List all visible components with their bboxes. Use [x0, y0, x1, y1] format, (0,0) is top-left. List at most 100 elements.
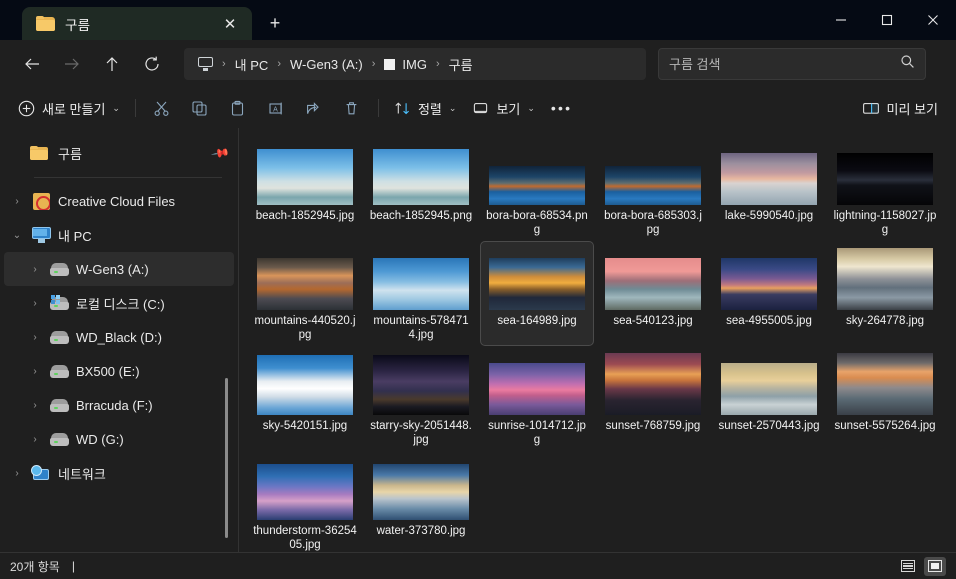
new-tab-button[interactable]: +	[258, 7, 292, 39]
file-list-pane[interactable]: beach-1852945.jpg beach-1852945.png bora-b…	[239, 128, 956, 552]
view-button-label: 보기	[496, 101, 521, 117]
drive-icon	[48, 364, 70, 378]
preview-pane-label: 미리 보기	[886, 101, 938, 117]
scissors-icon	[155, 101, 169, 116]
file-item[interactable]: water-373780.jpg	[364, 451, 478, 552]
file-item[interactable]: beach-1852945.png	[364, 136, 478, 241]
tab-cloud[interactable]: 구름 ✕	[22, 7, 252, 40]
file-item[interactable]: sea-164989.jpg	[480, 241, 594, 346]
chevron-right-icon[interactable]: ›	[22, 400, 48, 411]
file-item[interactable]: sky-264778.jpg	[828, 241, 942, 346]
chevron-right-icon[interactable]: ›	[4, 196, 30, 207]
breadcrumb-item-cloud[interactable]: 구름	[443, 52, 479, 76]
cut-button[interactable]	[143, 93, 181, 123]
breadcrumb-separator: ›	[222, 58, 226, 70]
file-name: sea-540123.jpg	[613, 315, 693, 327]
window-controls	[818, 0, 956, 40]
chevron-right-icon[interactable]: ›	[22, 366, 48, 377]
file-item[interactable]: thunderstorm-3625405.jpg	[248, 451, 362, 552]
file-item[interactable]: mountains-440520.jpg	[248, 241, 362, 346]
rename-button[interactable]: A	[257, 93, 295, 123]
file-item[interactable]: bora-bora-68534.png	[480, 136, 594, 241]
file-item[interactable]: mountains-5784714.jpg	[364, 241, 478, 346]
white-square-icon	[384, 58, 396, 70]
file-item[interactable]: sky-5420151.jpg	[248, 346, 362, 451]
thumbnail-wrap	[365, 246, 477, 310]
plus-circle-icon	[18, 100, 35, 116]
thumbnail-wrap	[481, 351, 593, 415]
sidebar-item-2[interactable]: › W-Gen3 (A:)	[4, 252, 234, 286]
file-item[interactable]: starry-sky-2051448.jpg	[364, 346, 478, 451]
file-item[interactable]: beach-1852945.jpg	[248, 136, 362, 241]
new-button[interactable]: 새로 만들기 ⌄	[10, 93, 128, 123]
file-item[interactable]: sunrise-1014712.jpg	[480, 346, 594, 451]
breadcrumb-item-drive[interactable]: W-Gen3 (A:)	[284, 52, 369, 76]
sidebar-item-4[interactable]: › WD_Black (D:)	[4, 320, 234, 354]
close-icon[interactable]	[910, 0, 956, 40]
back-icon[interactable]	[12, 48, 52, 80]
file-item[interactable]: lake-5990540.jpg	[712, 136, 826, 241]
view-button[interactable]: 보기 ⌄	[464, 93, 542, 123]
view-icon	[474, 102, 488, 113]
chevron-right-icon[interactable]: ›	[4, 468, 30, 479]
monitor-icon	[198, 57, 213, 71]
chevron-right-icon[interactable]: ›	[22, 264, 48, 275]
tab-title: 구름	[65, 17, 91, 33]
maximize-icon[interactable]	[864, 0, 910, 40]
new-button-label: 새로 만들기	[42, 101, 106, 117]
search-box[interactable]	[658, 48, 926, 80]
delete-button[interactable]	[333, 93, 371, 123]
file-item[interactable]: lightning-1158027.jpg	[828, 136, 942, 241]
refresh-icon[interactable]	[132, 48, 172, 80]
minimize-icon[interactable]	[818, 0, 864, 40]
sidebar-item-7[interactable]: › WD (G:)	[4, 422, 234, 456]
details-view-icon[interactable]	[897, 557, 919, 576]
preview-pane-button[interactable]: 미리 보기	[854, 93, 946, 123]
search-icon[interactable]	[900, 54, 915, 74]
file-item[interactable]: sunset-2570443.jpg	[712, 346, 826, 451]
sidebar-item-label: 내 PC	[58, 228, 92, 244]
breadcrumb-item-this-pc-icon[interactable]	[192, 52, 219, 76]
breadcrumb[interactable]: › 내 PC › W-Gen3 (A:) › IMG › 구름	[184, 48, 646, 80]
large-icons-view-icon[interactable]	[924, 556, 946, 576]
paste-button[interactable]	[219, 93, 257, 123]
chevron-down-icon[interactable]: ⌄	[4, 230, 30, 241]
sidebar-item-5[interactable]: › BX500 (E:)	[4, 354, 234, 388]
sidebar-item-label: 네트워크	[58, 466, 106, 482]
sort-button[interactable]: 정렬 ⌄	[386, 93, 464, 123]
share-button[interactable]	[295, 93, 333, 123]
copy-button[interactable]	[181, 93, 219, 123]
sidebar-item-3[interactable]: › 로컬 디스크 (C:)	[4, 286, 234, 320]
preview-pane-icon	[862, 102, 879, 114]
sidebar-item-8[interactable]: › 네트워크	[4, 456, 234, 490]
image-thumbnail	[257, 464, 353, 520]
file-item[interactable]: sunset-768759.jpg	[596, 346, 710, 451]
chevron-right-icon[interactable]: ›	[22, 434, 48, 445]
sidebar-scrollbar[interactable]	[225, 378, 228, 538]
file-item[interactable]: sunset-5575264.jpg	[828, 346, 942, 451]
sidebar-item-6[interactable]: › Brracuda (F:)	[4, 388, 234, 422]
thumbnail-wrap	[713, 141, 825, 205]
breadcrumb-item-img[interactable]: IMG	[378, 52, 433, 76]
more-options-button[interactable]: •••	[543, 93, 580, 123]
sidebar-divider	[34, 177, 222, 178]
chevron-right-icon[interactable]: ›	[22, 332, 48, 343]
breadcrumb-item-img-label: IMG	[402, 56, 427, 72]
pin-icon[interactable]: 📌	[210, 143, 230, 163]
sidebar-item-1[interactable]: ⌄ 내 PC	[4, 218, 234, 252]
sidebar-pinned-cloud[interactable]: 구름 📌	[4, 136, 234, 170]
search-input[interactable]	[669, 56, 900, 72]
up-icon[interactable]	[92, 48, 132, 80]
command-toolbar: 새로 만들기 ⌄ A 정렬 ⌄ 보기 ⌄ ••• 미리 보기	[0, 88, 956, 128]
sidebar-item-label: W-Gen3 (A:)	[76, 261, 149, 277]
close-icon[interactable]: ✕	[216, 11, 244, 37]
chevron-right-icon[interactable]: ›	[22, 298, 48, 309]
file-item[interactable]: sea-4955005.jpg	[712, 241, 826, 346]
file-item[interactable]: bora-bora-685303.jpg	[596, 136, 710, 241]
file-item[interactable]: sea-540123.jpg	[596, 241, 710, 346]
sidebar-item-label: WD_Black (D:)	[76, 329, 162, 345]
thumbnail-wrap	[365, 351, 477, 415]
forward-icon[interactable]	[52, 48, 92, 80]
sidebar-item-0[interactable]: › Creative Cloud Files	[4, 184, 234, 218]
breadcrumb-item-my-pc[interactable]: 내 PC	[229, 52, 275, 76]
